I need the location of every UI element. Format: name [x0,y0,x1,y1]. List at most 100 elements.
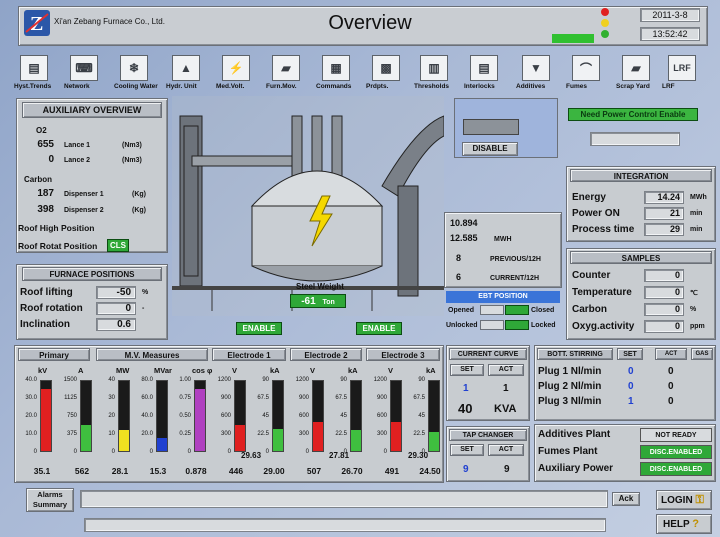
toolbar-button-interlocks[interactable]: ▤ [470,55,498,81]
toolbar-label: Hyst.Trends [14,83,52,90]
toolbar-button-network[interactable]: ⌨ [70,55,98,81]
gauge-tick: 0 [73,449,77,455]
gauge-bar [350,380,362,452]
ebt-unlocked-indicator [480,320,504,330]
gauge-value: 28.1 [111,466,129,476]
ack-button[interactable]: Ack [612,492,640,506]
gauge-tick: 1200 [217,377,231,383]
interlocks-icon: ▤ [478,61,490,75]
toolbar-button-production[interactable]: ▩ [372,55,400,81]
gauge-tick: 22.5 [413,431,425,437]
toolbar-button-lrf[interactable]: LRF [668,55,696,81]
sample-value: 0 [644,320,684,333]
enable-left-button[interactable]: ENABLE [236,322,282,335]
gauge-tick: 0.75 [179,395,191,401]
toolbar-button-furnace-movement[interactable]: ▰ [272,55,300,81]
sample-label: Carbon [572,304,607,315]
alarms-summary-button[interactable]: Alarms Summary [26,488,74,512]
gauge-tick: 45 [262,413,269,419]
gauge-unit: cos φ [192,366,213,375]
gauge-bar [194,380,206,452]
toolbar-button-trend[interactable]: ▤ [20,55,48,81]
disable-button[interactable]: DISABLE [462,142,518,156]
integration-value: 14.24 [644,191,684,204]
plant-status: NOT READY [640,428,712,442]
lance2-value: 0 [48,154,54,165]
ebt-closed-label: Closed [531,307,555,314]
login-button[interactable]: LOGIN ⚿ [656,490,712,510]
gauge-unit: MVar [154,366,172,375]
gauge-tick: 90 [262,377,269,383]
gauge-tick: 67.5 [335,395,347,401]
sample-value: 0 [644,286,684,299]
toolbar-button-fumes[interactable]: ⌒ [572,55,600,81]
gauge-value: 446 [228,466,244,476]
gauge-tick: 45 [340,413,347,419]
fumes-icon: ⌒ [579,61,592,76]
gauge-tick: 1200 [373,377,387,383]
yellow-light-icon [601,19,609,27]
furnace-position-unit: - [142,305,145,312]
toolbar-button-thresholds[interactable]: ▥ [420,55,448,81]
alarm-message-bar[interactable] [80,490,608,508]
plant-label: Auxiliary Power [538,463,614,474]
page-title: Overview [328,12,412,34]
gauge-tick: 45 [418,413,425,419]
gauge-tick: 900 [298,395,309,401]
enable-right-button[interactable]: ENABLE [356,322,402,335]
help-label: HELP [663,519,690,530]
toolbar-button-hydraulic[interactable]: ▲ [172,55,200,81]
tap-changer-act-label: ACT [488,444,524,456]
gauge-bar-fill [391,422,401,451]
current-curve-set-button[interactable]: SET [450,364,484,376]
disp2-unit: (Kg) [132,207,146,214]
gauge-tick: 30.0 [25,395,37,401]
gauge-tick: 20.0 [141,431,153,437]
current-12h-value: 6 [456,272,462,282]
toolbar-button-scrap-yard[interactable]: ▰ [622,55,650,81]
gauge-tick: 0.25 [179,431,191,437]
gauge-bar-fill [313,421,323,451]
plug-label: Plug 3 Nl/min [538,396,602,407]
toolbar-button-additives[interactable]: ▼ [522,55,550,81]
network-icon: ⌨ [75,61,93,75]
thresholds-icon: ▥ [428,61,440,75]
sample-value: 0 [644,269,684,282]
status-lights [601,8,611,44]
tap-changer-act-value: 9 [504,464,510,475]
o2-label: O2 [36,126,47,135]
plant-status: DISC.ENABLED [640,462,712,476]
furnace-position-unit: % [142,289,149,296]
gauge-tick: 600 [220,413,231,419]
furnace-position-label: Roof rotation [20,303,83,314]
gauge-unit: kA [426,366,436,375]
gauge-tick: 10 [108,431,115,437]
toolbar-label: Additives [516,83,546,90]
tap-changer-set-button[interactable]: SET [450,444,484,456]
gauge-value: 507 [306,466,322,476]
ebt-opened-label: Opened [448,307,475,314]
company-logo: Z [24,10,50,36]
furnace-movement-icon: ▰ [281,61,291,75]
lance1-label: Lance 1 [64,142,91,149]
gauge-tick: 67.5 [413,395,425,401]
furnace-position-value: 0 [96,302,136,315]
gauge-tick: 1.00 [179,377,191,383]
current-12h-label: CURRENT/12H [490,275,540,282]
toolbar-button-cooling-water[interactable]: ❄ [120,55,148,81]
gauge-value: 29.00 [263,466,285,476]
samples-title: SAMPLES [570,251,712,264]
current-curve-title: CURRENT CURVE [449,348,527,360]
trend-icon: ▤ [28,61,40,75]
sample-unit: ppm [690,323,705,330]
toolbar-button-medium-voltage[interactable]: ⚡ [222,55,250,81]
gauge-bar-fill [351,430,361,451]
toolbar-button-commands[interactable]: ▦ [322,55,350,81]
roof-rotat-label: Roof Rotat Position [18,241,98,251]
energy-unit: MWH [494,236,512,243]
steel-weight-display: -61 Ton [290,294,346,308]
gauge-unit: kV [38,366,48,375]
help-button[interactable]: HELP ? [656,514,712,534]
status-scroll-bar[interactable] [84,518,606,532]
gauge-tick: 1200 [295,377,309,383]
